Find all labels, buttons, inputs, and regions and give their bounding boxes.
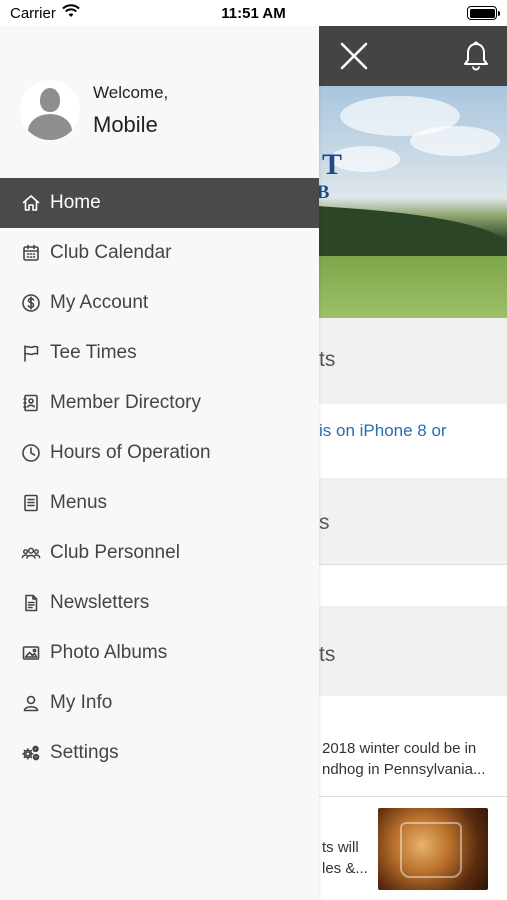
- notifications-button[interactable]: [456, 36, 496, 76]
- menu-item-my-info[interactable]: My Info: [0, 678, 319, 728]
- news-item-2-line1: ts will: [322, 839, 359, 856]
- bell-icon: [464, 41, 488, 71]
- menu-item-club-personnel[interactable]: Club Personnel: [0, 528, 319, 578]
- menu-item-tee-times[interactable]: Tee Times: [0, 328, 319, 378]
- status-bar: Carrier 11:51 AM: [0, 0, 507, 26]
- menu-item-my-account[interactable]: My Account: [0, 278, 319, 328]
- calendar-icon: [20, 242, 42, 264]
- section-title-1: ts: [319, 348, 336, 371]
- menu-item-label: Club Calendar: [50, 242, 172, 263]
- user-name: Mobile: [93, 111, 158, 137]
- news-thumbnail-image: [378, 808, 488, 890]
- close-icon: [340, 42, 368, 70]
- contact-book-icon: [20, 392, 42, 414]
- drawer-menu: Home Club Calendar My Account Tee Times …: [0, 178, 319, 778]
- menu-item-label: Tee Times: [50, 342, 137, 363]
- menu-item-label: Club Personnel: [50, 542, 180, 563]
- battery-icon: [467, 6, 500, 20]
- menu-item-menus[interactable]: Menus: [0, 478, 319, 528]
- carrier-label: Carrier: [10, 4, 56, 22]
- menu-item-label: Hours of Operation: [50, 442, 211, 463]
- menu-item-label: Newsletters: [50, 592, 150, 613]
- menu-item-club-calendar[interactable]: Club Calendar: [0, 228, 319, 278]
- people-icon: [20, 542, 42, 564]
- menu-item-member-directory[interactable]: Member Directory: [0, 378, 319, 428]
- news-item-2-line2: les &...: [322, 860, 368, 877]
- welcome-label: Welcome,: [93, 82, 169, 102]
- menu-item-home[interactable]: Home: [0, 178, 319, 228]
- clock-icon: [20, 442, 42, 464]
- menu-item-photo-albums[interactable]: Photo Albums: [0, 628, 319, 678]
- user-profile-header[interactable]: Welcome, Mobile: [20, 80, 168, 140]
- menu-item-label: My Info: [50, 692, 113, 713]
- image-icon: [20, 642, 42, 664]
- user-icon: [20, 692, 42, 714]
- flag-icon: [20, 342, 42, 364]
- avatar: [20, 80, 80, 140]
- section-title-3: ts: [319, 643, 336, 666]
- menu-item-label: Member Directory: [50, 392, 201, 413]
- menu-item-label: Menus: [50, 492, 108, 513]
- announcement-link[interactable]: is on iPhone 8 or: [319, 421, 447, 441]
- news-item-1-line2: ndhog in Pennsylvania...: [322, 761, 486, 778]
- menu-book-icon: [20, 492, 42, 514]
- home-icon: [20, 192, 42, 214]
- gears-icon: [20, 742, 42, 764]
- wifi-icon: [62, 4, 80, 22]
- menu-item-label: My Account: [50, 292, 149, 313]
- news-item-1-line1: 2018 winter could be in: [322, 740, 477, 757]
- document-icon: [20, 592, 42, 614]
- section-title-2: s: [319, 511, 330, 534]
- close-drawer-button[interactable]: [334, 36, 374, 76]
- menu-item-settings[interactable]: Settings: [0, 728, 319, 778]
- menu-item-hours-of-operation[interactable]: Hours of Operation: [0, 428, 319, 478]
- menu-item-label: Settings: [50, 742, 119, 763]
- status-left: Carrier: [10, 4, 80, 22]
- menu-item-label: Photo Albums: [50, 642, 168, 663]
- menu-item-label: Home: [50, 192, 101, 213]
- menu-item-newsletters[interactable]: Newsletters: [0, 578, 319, 628]
- navigation-drawer: Welcome, Mobile Home Club Calendar My Ac…: [0, 26, 319, 900]
- dollar-circle-icon: [20, 292, 42, 314]
